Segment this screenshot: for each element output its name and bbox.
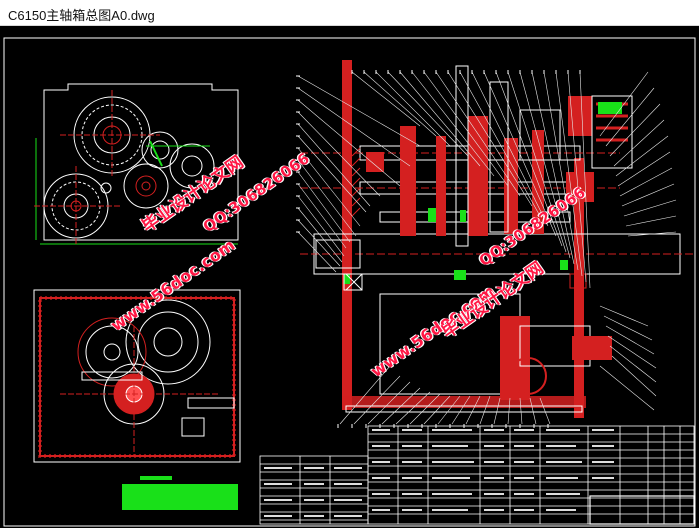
cad-viewport[interactable]: 毕业设计论文网 QQ:306826066 www.56doc.com QQ:30… [0, 26, 699, 528]
drawing-canvas[interactable] [0, 26, 699, 528]
window-titlebar: C6150主轴箱总图A0.dwg [0, 0, 699, 26]
file-title: C6150主轴箱总图A0.dwg [8, 8, 155, 23]
green-title-label [140, 476, 172, 480]
bill-of-materials [259, 425, 695, 525]
green-title-block [122, 484, 238, 510]
